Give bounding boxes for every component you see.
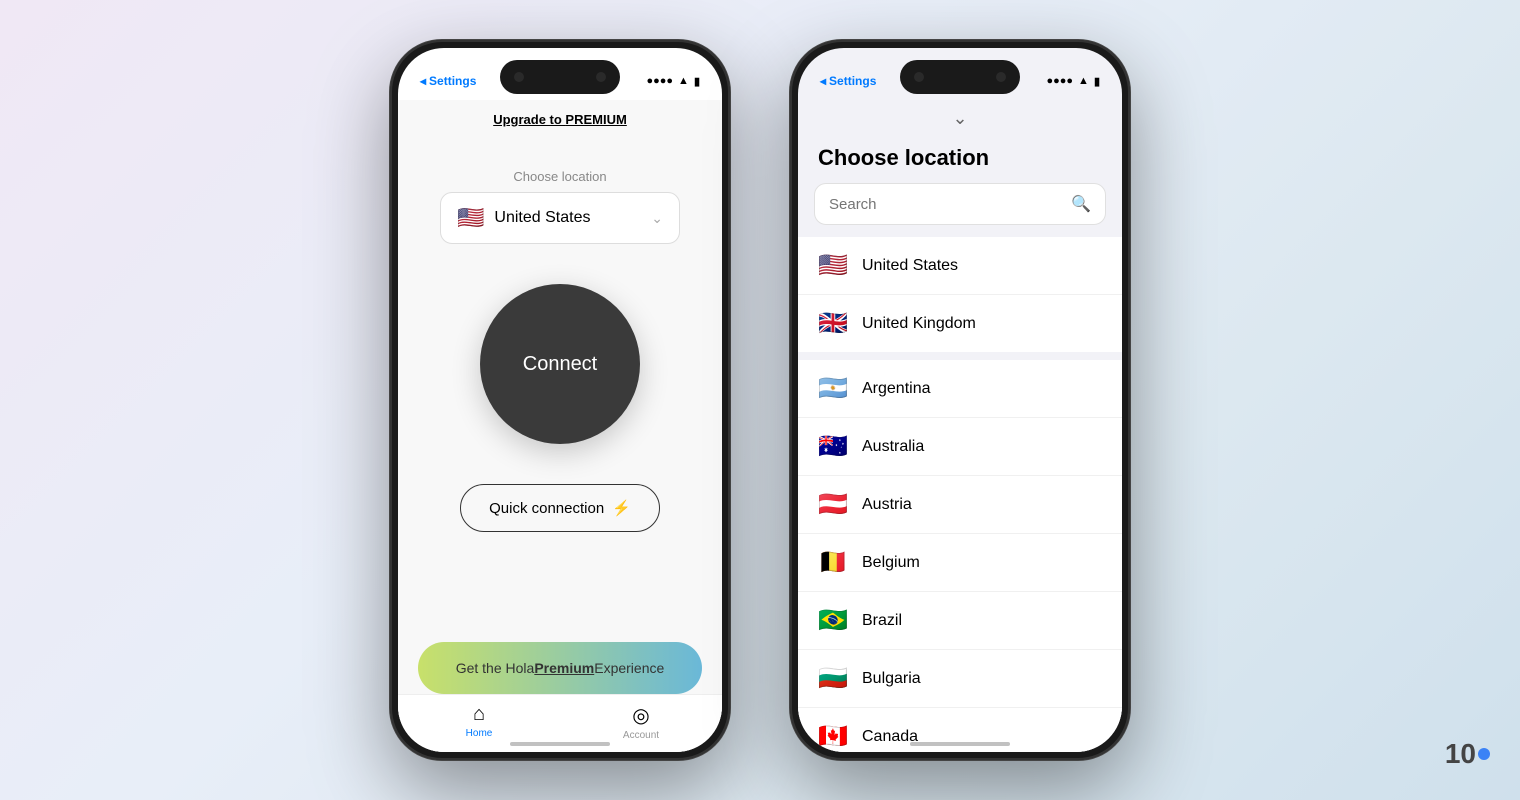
selected-country-name: United States — [494, 209, 641, 227]
island-dot-right — [596, 72, 606, 82]
upgrade-text: Upgrade to — [493, 112, 565, 127]
watermark-text: 10 — [1445, 738, 1476, 770]
country-name: United Kingdom — [862, 315, 976, 333]
phone-2: ◂ Settings 16:23 ●●●● ▲ ▮ ⌄ Choose locat… — [790, 40, 1130, 760]
wifi-icon-1: ▲ — [678, 75, 689, 87]
status-back-1: ◂ Settings — [420, 74, 476, 88]
country-name: Austria — [862, 496, 912, 514]
wifi-icon-2: ▲ — [1078, 75, 1089, 87]
country-item[interactable]: 🇺🇸 United States — [798, 237, 1122, 295]
quick-connection-label: Quick connection — [489, 500, 604, 517]
country-name: Argentina — [862, 380, 931, 398]
signal-icon-1: ●●●● — [646, 75, 673, 87]
phone-1-screen: ◂ Settings 16:23 ●●●● ▲ ▮ Upgrade to PRE… — [398, 48, 722, 752]
home-indicator-2 — [910, 742, 1010, 746]
home-indicator-1 — [510, 742, 610, 746]
island-dot-left — [514, 72, 524, 82]
dynamic-island-1 — [500, 60, 620, 94]
status-icons-2: ●●●● ▲ ▮ — [1046, 75, 1100, 88]
country-item[interactable]: 🇬🇧 United Kingdom — [798, 295, 1122, 352]
tab-account[interactable]: ◎ Account — [560, 703, 722, 741]
selected-flag: 🇺🇸 — [457, 205, 484, 231]
quick-connection-button[interactable]: Quick connection ⚡ — [460, 484, 660, 532]
countries-list: 🇺🇸 United States 🇬🇧 United Kingdom 🇦🇷 Argent… — [798, 237, 1122, 752]
connect-label: Connect — [523, 353, 598, 376]
connect-button[interactable]: Connect — [480, 284, 640, 444]
island-dot-2-left — [914, 72, 924, 82]
search-input[interactable] — [829, 196, 1063, 213]
phone2-header: ⌄ — [798, 100, 1122, 141]
country-item[interactable]: 🇦🇺 Australia — [798, 418, 1122, 476]
watermark: 10 — [1445, 738, 1490, 770]
country-name: Australia — [862, 438, 924, 456]
country-item[interactable]: 🇧🇷 Brazil — [798, 592, 1122, 650]
lightning-icon: ⚡ — [612, 499, 631, 517]
country-flag: 🇧🇬 — [818, 664, 848, 693]
premium-banner[interactable]: Get the Hola Premium Experience — [418, 642, 702, 694]
country-flag: 🇧🇷 — [818, 606, 848, 635]
phone-2-screen: ◂ Settings 16:23 ●●●● ▲ ▮ ⌄ Choose locat… — [798, 48, 1122, 752]
phones-container: ◂ Settings 16:23 ●●●● ▲ ▮ Upgrade to PRE… — [390, 40, 1130, 760]
country-flag: 🇺🇸 — [818, 251, 848, 280]
phone-1: ◂ Settings 16:23 ●●●● ▲ ▮ Upgrade to PRE… — [390, 40, 730, 760]
country-name: Brazil — [862, 612, 902, 630]
country-item[interactable]: 🇧🇬 Bulgaria — [798, 650, 1122, 708]
search-bar[interactable]: 🔍 — [814, 183, 1106, 225]
country-flag: 🇦🇹 — [818, 490, 848, 519]
location-label-1: Choose location — [513, 169, 606, 184]
back-label-1: Settings — [429, 74, 476, 88]
tab-account-label: Account — [623, 730, 659, 741]
choose-location-title: Choose location — [798, 141, 1122, 183]
status-icons-1: ●●●● ▲ ▮ — [646, 75, 700, 88]
upgrade-bar[interactable]: Upgrade to PREMIUM — [493, 100, 627, 139]
island-dot-2-right — [996, 72, 1006, 82]
battery-icon-2: ▮ — [1094, 75, 1100, 88]
location-selector[interactable]: 🇺🇸 United States ⌄ — [440, 192, 680, 244]
country-name: Belgium — [862, 554, 920, 572]
country-item[interactable]: 🇦🇷 Argentina — [798, 360, 1122, 418]
country-flag: 🇬🇧 — [818, 309, 848, 338]
country-name: United States — [862, 257, 958, 275]
premium-text: Get the Hola — [456, 660, 535, 676]
premium-suffix: Experience — [594, 660, 664, 676]
country-flag: 🇨🇦 — [818, 722, 848, 751]
battery-icon-1: ▮ — [694, 75, 700, 88]
country-flag: 🇦🇷 — [818, 374, 848, 403]
signal-icon-2: ●●●● — [1046, 75, 1073, 87]
tab-home[interactable]: ⌂ Home — [398, 703, 560, 739]
home-icon: ⌂ — [473, 703, 485, 726]
section-divider — [798, 352, 1122, 360]
main-countries-section: 🇦🇷 Argentina 🇦🇺 Australia 🇦🇹 Austria 🇧🇪 Belgium… — [798, 360, 1122, 752]
country-item[interactable]: 🇦🇹 Austria — [798, 476, 1122, 534]
watermark-dot — [1478, 748, 1490, 760]
selector-chevron: ⌄ — [651, 210, 663, 227]
country-flag: 🇧🇪 — [818, 548, 848, 577]
status-back-2: ◂ Settings — [820, 74, 876, 88]
phone2-main: ⌄ Choose location 🔍 🇺🇸 United States 🇬🇧 Uni… — [798, 100, 1122, 752]
country-item[interactable]: 🇧🇪 Belgium — [798, 534, 1122, 592]
top-countries-section: 🇺🇸 United States 🇬🇧 United Kingdom — [798, 237, 1122, 352]
back-label-2: Settings — [829, 74, 876, 88]
country-name: Bulgaria — [862, 670, 921, 688]
tab-home-label: Home — [466, 728, 493, 739]
country-flag: 🇦🇺 — [818, 432, 848, 461]
premium-link-banner: Premium — [534, 660, 594, 676]
search-icon[interactable]: 🔍 — [1071, 194, 1091, 214]
account-icon: ◎ — [632, 703, 649, 728]
dynamic-island-2 — [900, 60, 1020, 94]
upgrade-link[interactable]: PREMIUM — [565, 112, 626, 127]
header-chevron[interactable]: ⌄ — [952, 108, 967, 129]
